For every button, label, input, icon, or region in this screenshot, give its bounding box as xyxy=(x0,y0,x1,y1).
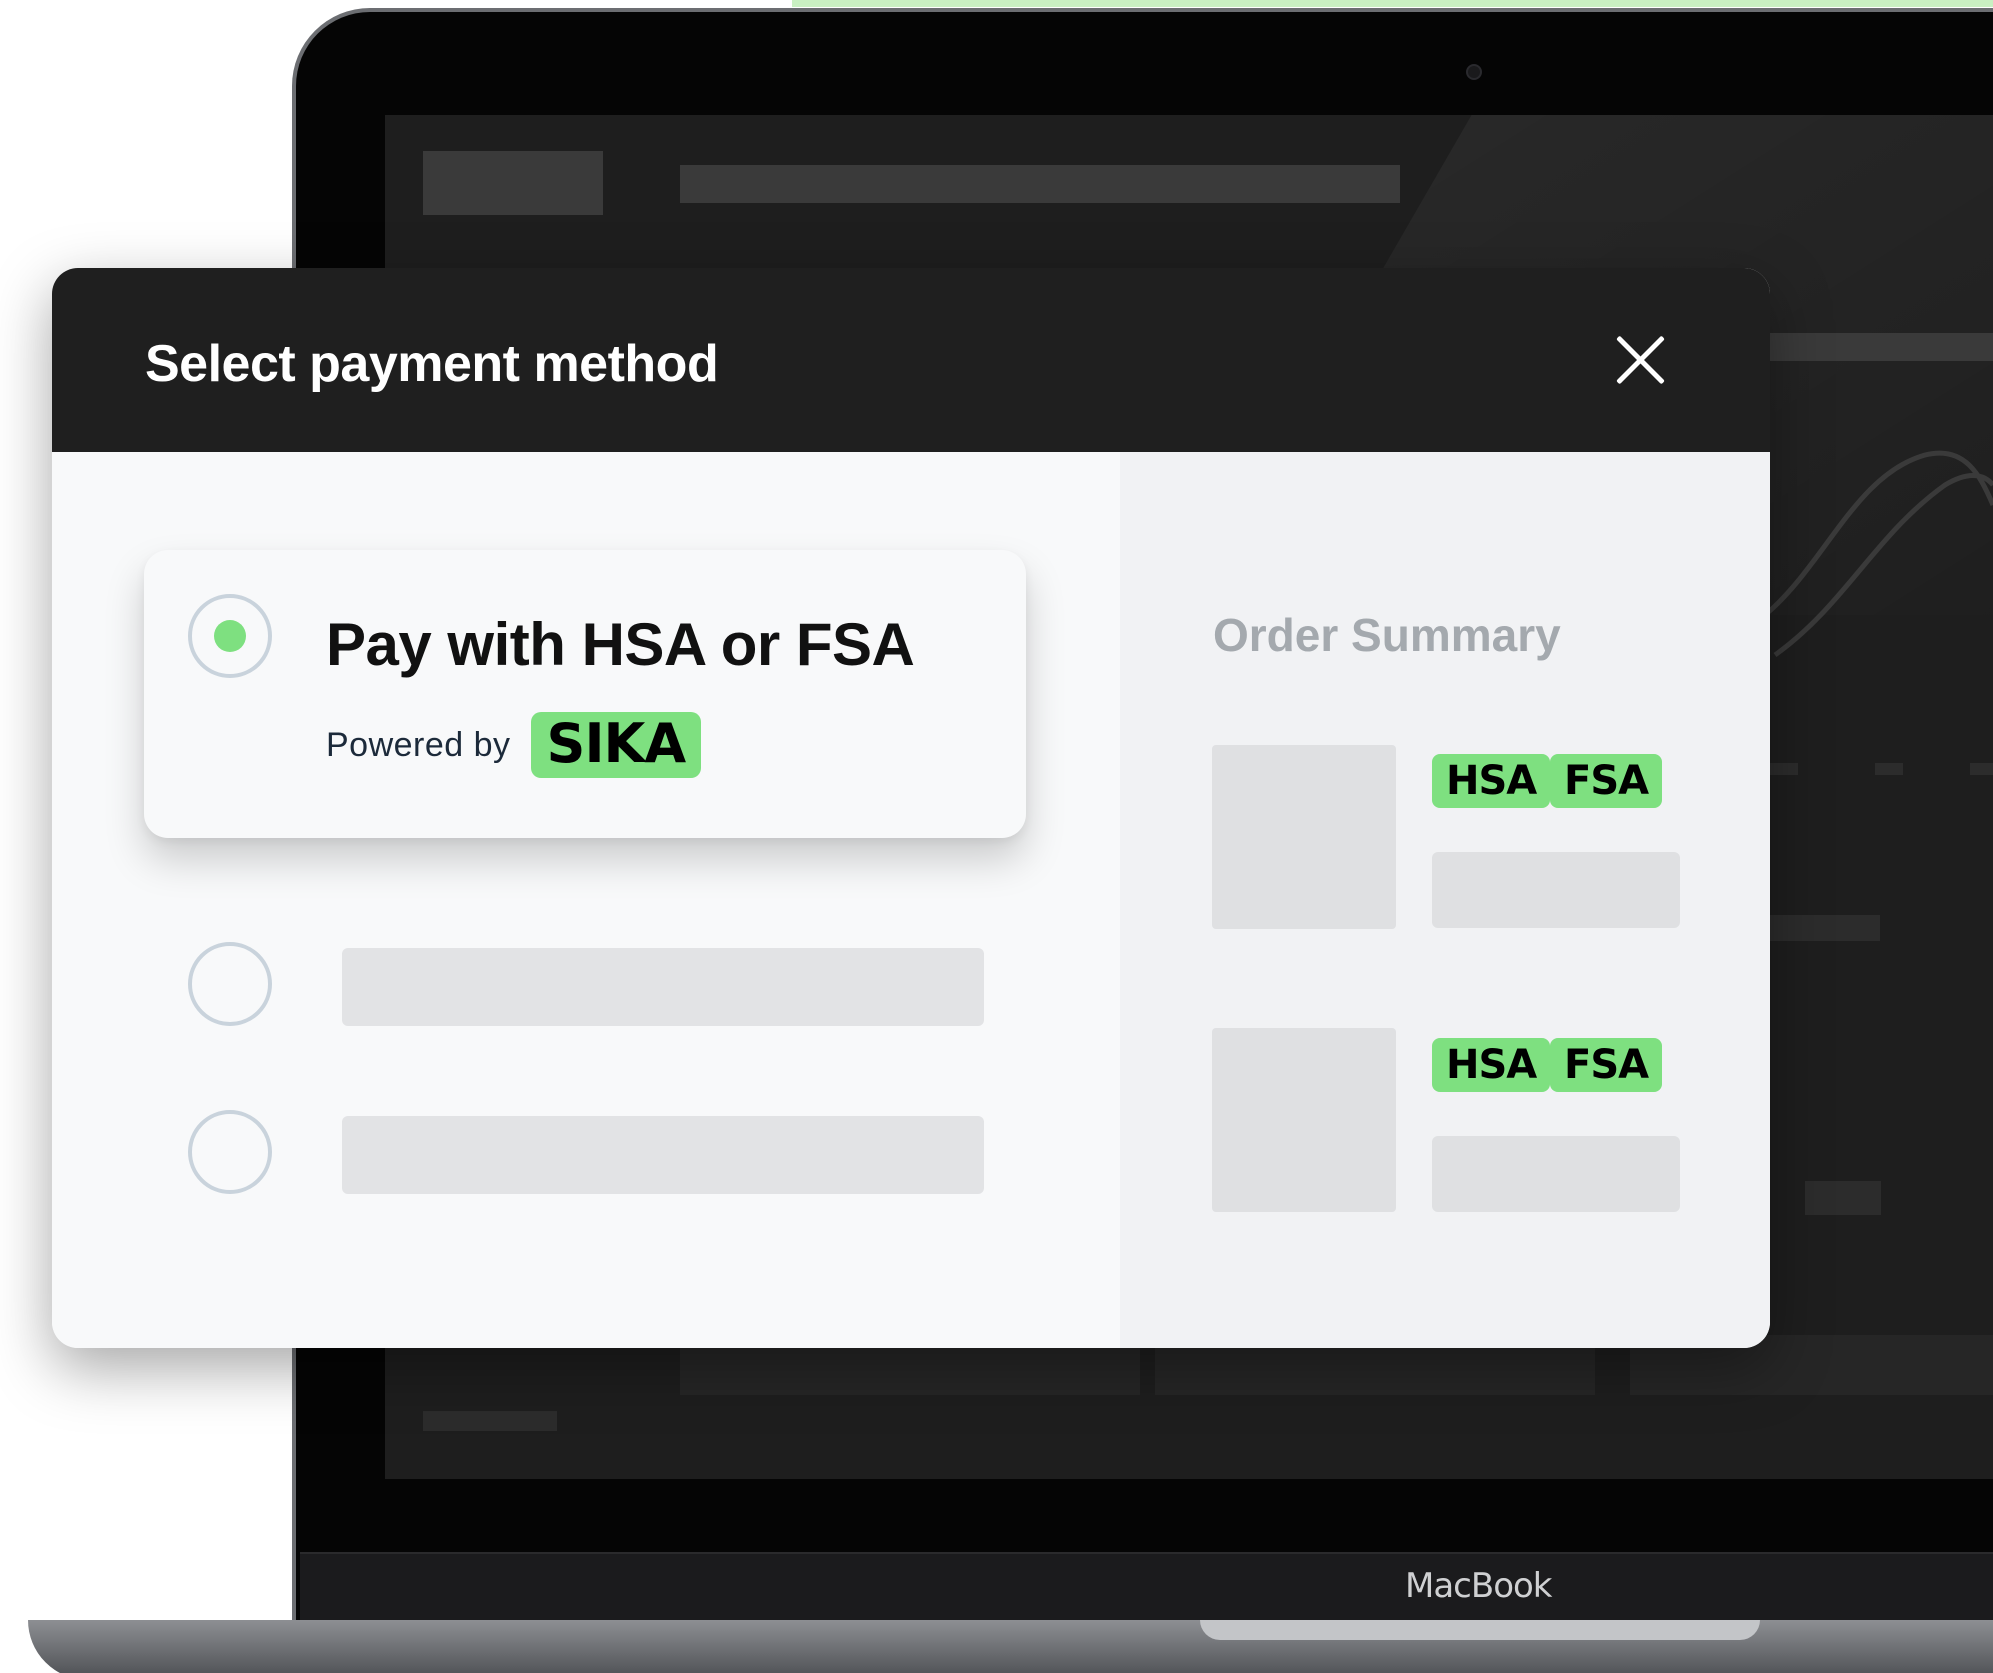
hsa-tag: HSA xyxy=(1432,1038,1551,1092)
order-item-placeholder xyxy=(1432,1136,1680,1212)
placeholder-search-bar xyxy=(680,165,1400,203)
order-item-placeholder xyxy=(1432,852,1680,928)
modal-header: Select payment method xyxy=(52,268,1770,452)
camera-icon xyxy=(1466,64,1482,80)
device-brand-label: MacBook xyxy=(1405,1566,1552,1606)
payment-option-placeholder[interactable] xyxy=(342,1116,984,1194)
hsa-tag: HSA xyxy=(1432,754,1551,808)
payment-options-pane: Pay with HSA or FSA Powered by SIKA xyxy=(52,452,1120,1348)
sika-logo-badge: SIKA xyxy=(530,712,702,778)
close-icon[interactable] xyxy=(1612,332,1668,388)
placeholder-dash xyxy=(1970,763,1993,775)
payment-option-title: Pay with HSA or FSA xyxy=(326,611,915,678)
placeholder-line xyxy=(423,1411,557,1431)
modal-title: Select payment method xyxy=(145,335,719,393)
radio-dot-icon xyxy=(214,620,246,652)
placeholder-dash xyxy=(1770,763,1798,775)
payment-option-radio[interactable] xyxy=(188,1110,272,1194)
order-item-thumbnail xyxy=(1212,745,1396,929)
payment-method-modal: Select payment method Pay with HSA or FS… xyxy=(52,268,1770,1348)
order-summary-title: Order Summary xyxy=(1213,609,1561,661)
powered-by-label: Powered by xyxy=(326,725,511,764)
fsa-tag: FSA xyxy=(1550,754,1663,808)
top-accent-strip xyxy=(792,0,1993,7)
powered-by-row: Powered by SIKA xyxy=(326,712,702,778)
order-summary-pane: Order Summary HSA FSA HSA FSA xyxy=(1120,452,1770,1348)
line-chart-decoration xyxy=(1765,450,1993,658)
placeholder-line xyxy=(1770,915,1880,941)
fsa-tag: FSA xyxy=(1550,1038,1663,1092)
laptop-base-notch xyxy=(1200,1620,1760,1640)
placeholder-dash xyxy=(1875,763,1903,775)
laptop-bottom-bezel xyxy=(300,1552,1993,1622)
payment-option-radio[interactable] xyxy=(188,942,272,1026)
order-item-thumbnail xyxy=(1212,1028,1396,1212)
payment-option-hsa-fsa[interactable]: Pay with HSA or FSA Powered by SIKA xyxy=(144,550,1026,838)
radio-selected[interactable] xyxy=(188,594,272,678)
placeholder-logo xyxy=(423,151,603,215)
payment-option-placeholder[interactable] xyxy=(342,948,984,1026)
placeholder-line xyxy=(1805,1181,1881,1215)
stage: MacBook Select payment method Pay with H… xyxy=(0,0,1993,1673)
placeholder-line xyxy=(1770,333,1993,361)
